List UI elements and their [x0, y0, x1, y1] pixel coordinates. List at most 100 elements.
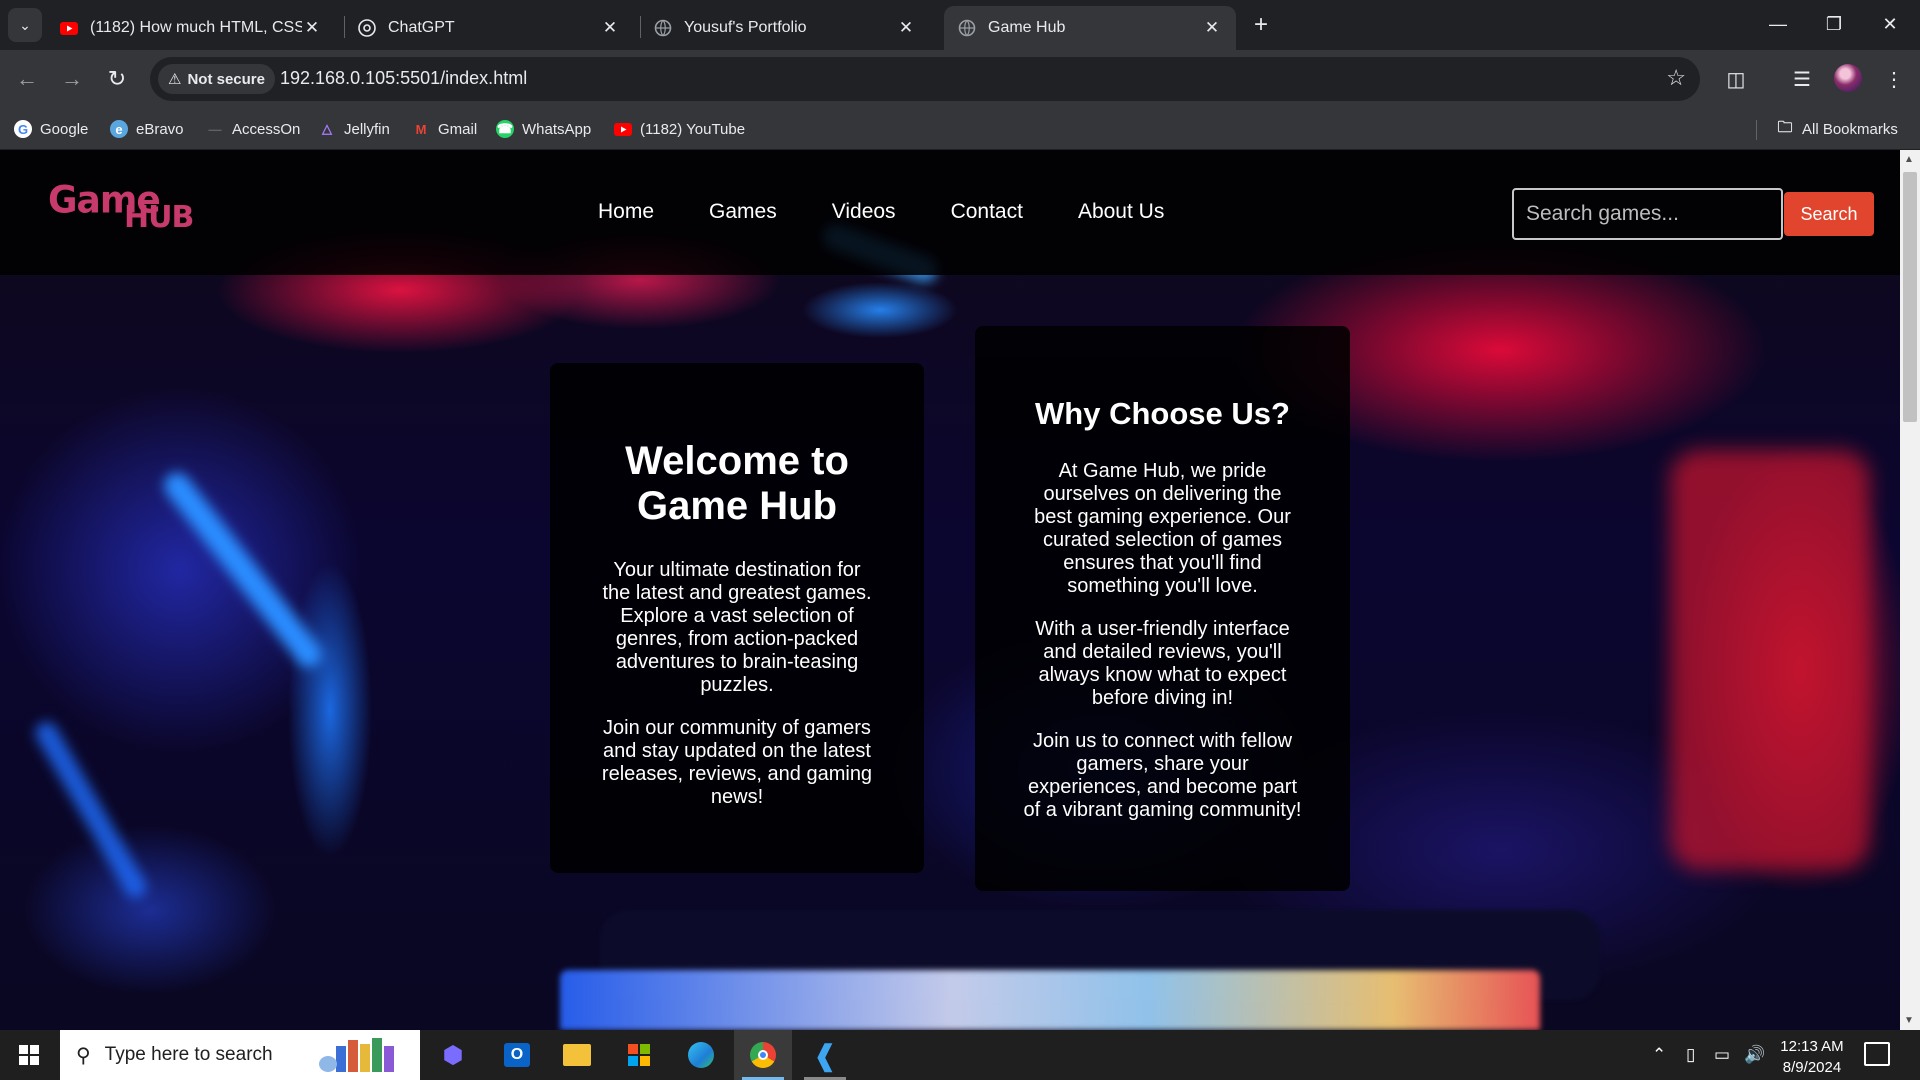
- chrome-icon: [750, 1042, 776, 1068]
- tray-overflow-icon[interactable]: ⌃: [1652, 1030, 1666, 1080]
- youtube-icon: [614, 120, 632, 138]
- security-chip[interactable]: ⚠ Not secure: [158, 64, 275, 94]
- bookmark-gmail[interactable]: M Gmail: [412, 118, 478, 140]
- tab-youtube[interactable]: (1182) How much HTML, CSS and ✕: [46, 6, 336, 50]
- nav-link-contact[interactable]: Contact: [951, 200, 1023, 224]
- clock-time: 12:13 AM: [1780, 1038, 1844, 1055]
- clock-date: 8/9/2024: [1782, 1059, 1842, 1076]
- neon-light: [158, 467, 328, 673]
- windows-icon: [19, 1045, 39, 1065]
- tab-title: Game Hub: [988, 19, 1066, 36]
- bookmark-ebravo[interactable]: e eBravo: [110, 118, 184, 140]
- nav-link-videos[interactable]: Videos: [832, 200, 896, 224]
- scrollbar-thumb[interactable]: [1903, 172, 1917, 422]
- bookmark-youtube[interactable]: (1182) YouTube: [614, 118, 745, 140]
- windows-taskbar: ⚲ Type here to search ⬢ O ❰ ⌃ ▯ ▭ 🔊 12:1…: [0, 1030, 1920, 1080]
- ebravo-icon: e: [110, 120, 128, 138]
- tab-title: Yousuf's Portfolio: [684, 19, 807, 36]
- page-scrollbar[interactable]: ▲ ▼: [1900, 150, 1920, 1030]
- close-icon[interactable]: ✕: [600, 18, 620, 38]
- menu-icon[interactable]: ⋮: [1878, 63, 1910, 95]
- security-label: Not secure: [187, 70, 265, 88]
- bookmark-label: Gmail: [438, 120, 478, 138]
- new-tab-button[interactable]: +: [1246, 10, 1276, 40]
- minimize-button[interactable]: —: [1750, 0, 1806, 48]
- start-button[interactable]: [0, 1030, 58, 1080]
- tab-game-hub[interactable]: Game Hub ✕: [944, 6, 1236, 50]
- google-icon: G: [14, 120, 32, 138]
- media-control-icon[interactable]: ☰: [1786, 63, 1818, 95]
- bookmark-accesson[interactable]: — AccessOn: [206, 118, 301, 140]
- globe-icon: [958, 19, 976, 37]
- close-icon[interactable]: ✕: [1202, 18, 1222, 38]
- site-logo[interactable]: Game HUB: [48, 178, 194, 238]
- taskbar-chrome[interactable]: [734, 1030, 792, 1080]
- bookmarks-bar: G Google e eBravo — AccessOn △ Jellyfin …: [0, 108, 1920, 150]
- tab-strip: ⌄ (1182) How much HTML, CSS and ✕ ChatGP…: [0, 0, 1920, 50]
- welcome-title: Welcome to Game Hub: [625, 439, 849, 528]
- bookmark-star-icon[interactable]: ☆: [1666, 65, 1686, 91]
- why-title: Why Choose Us?: [1035, 396, 1290, 431]
- address-bar[interactable]: ⚠ Not secure 192.168.0.105:5501/index.ht…: [150, 57, 1700, 101]
- logo-text-hub: HUB: [124, 200, 194, 235]
- taskbar-outlook[interactable]: O: [488, 1030, 546, 1080]
- reload-button[interactable]: ↻: [100, 62, 134, 96]
- minimize-icon: —: [1769, 13, 1787, 34]
- bookmark-jellyfin[interactable]: △ Jellyfin: [318, 118, 390, 140]
- bookmarks-divider: [1756, 120, 1757, 140]
- back-button[interactable]: ←: [10, 62, 44, 96]
- close-window-button[interactable]: ✕: [1862, 0, 1918, 48]
- network-icon[interactable]: ▭: [1714, 1030, 1730, 1080]
- welcome-card: Welcome to Game Hub Your ultimate destin…: [550, 363, 924, 873]
- warning-icon: ⚠: [168, 71, 182, 88]
- nav-link-games[interactable]: Games: [709, 200, 777, 224]
- chatgpt-icon: [358, 19, 376, 37]
- tab-title: (1182) How much HTML, CSS and: [90, 19, 302, 36]
- url-text[interactable]: 192.168.0.105:5501/index.html: [280, 68, 527, 89]
- bookmark-google[interactable]: G Google: [14, 118, 88, 140]
- close-icon[interactable]: ✕: [896, 18, 916, 38]
- avatar[interactable]: [1834, 64, 1862, 92]
- youtube-icon: [60, 19, 78, 37]
- screen-glow: [560, 970, 1540, 1030]
- search-icon: ⚲: [76, 1044, 91, 1067]
- hero-background-image: [0, 150, 1900, 1030]
- folder-icon: [563, 1044, 591, 1066]
- bookmark-label: eBravo: [136, 120, 184, 138]
- taskbar-clock[interactable]: 12:13 AM 8/9/2024: [1762, 1036, 1862, 1078]
- welcome-paragraph: Join our community of gamers and stay up…: [601, 717, 873, 808]
- taskbar-store[interactable]: [610, 1030, 668, 1080]
- all-bookmarks-button[interactable]: 🗀 All Bookmarks: [1776, 118, 1897, 140]
- arrow-right-icon: →: [61, 66, 83, 91]
- taskbar-search[interactable]: ⚲ Type here to search: [60, 1030, 420, 1080]
- why-paragraph: At Game Hub, we pride ourselves on deliv…: [1034, 460, 1291, 597]
- copilot-icon: ⬢: [442, 1041, 464, 1069]
- tab-chatgpt[interactable]: ChatGPT ✕: [344, 6, 634, 50]
- nav-link-about[interactable]: About Us: [1078, 200, 1164, 224]
- bookmark-label: (1182) YouTube: [640, 120, 746, 138]
- tab-search-button[interactable]: ⌄: [8, 8, 42, 42]
- battery-icon[interactable]: ▯: [1686, 1030, 1695, 1080]
- nav-link-home[interactable]: Home: [598, 200, 654, 224]
- reload-icon: ↻: [107, 66, 127, 91]
- bookmark-whatsapp[interactable]: ☎ WhatsApp: [496, 118, 591, 140]
- browser-toolbar: ← → ↻ ⚠ Not secure 192.168.0.105:5501/in…: [0, 50, 1920, 108]
- gmail-icon: M: [415, 121, 427, 137]
- scroll-up-icon[interactable]: ▲: [1904, 154, 1914, 165]
- restore-button[interactable]: ❐: [1806, 0, 1862, 48]
- search-input[interactable]: [1512, 188, 1783, 240]
- search-button[interactable]: Search: [1784, 192, 1874, 236]
- taskbar-file-explorer[interactable]: [548, 1030, 606, 1080]
- taskbar-edge[interactable]: [672, 1030, 730, 1080]
- scroll-down-icon[interactable]: ▼: [1904, 1015, 1914, 1026]
- plus-icon: +: [1253, 11, 1268, 38]
- tab-portfolio[interactable]: Yousuf's Portfolio ✕: [640, 6, 930, 50]
- forward-button[interactable]: →: [55, 62, 89, 96]
- notification-icon[interactable]: [1864, 1042, 1890, 1066]
- taskbar-copilot[interactable]: ⬢: [424, 1030, 482, 1080]
- bookmark-label: Google: [40, 120, 89, 138]
- taskbar-vscode[interactable]: ❰: [796, 1030, 854, 1080]
- close-icon[interactable]: ✕: [302, 18, 322, 38]
- extensions-icon[interactable]: ◫: [1720, 63, 1752, 95]
- why-choose-us-card: Why Choose Us? At Game Hub, we pride our…: [975, 326, 1350, 891]
